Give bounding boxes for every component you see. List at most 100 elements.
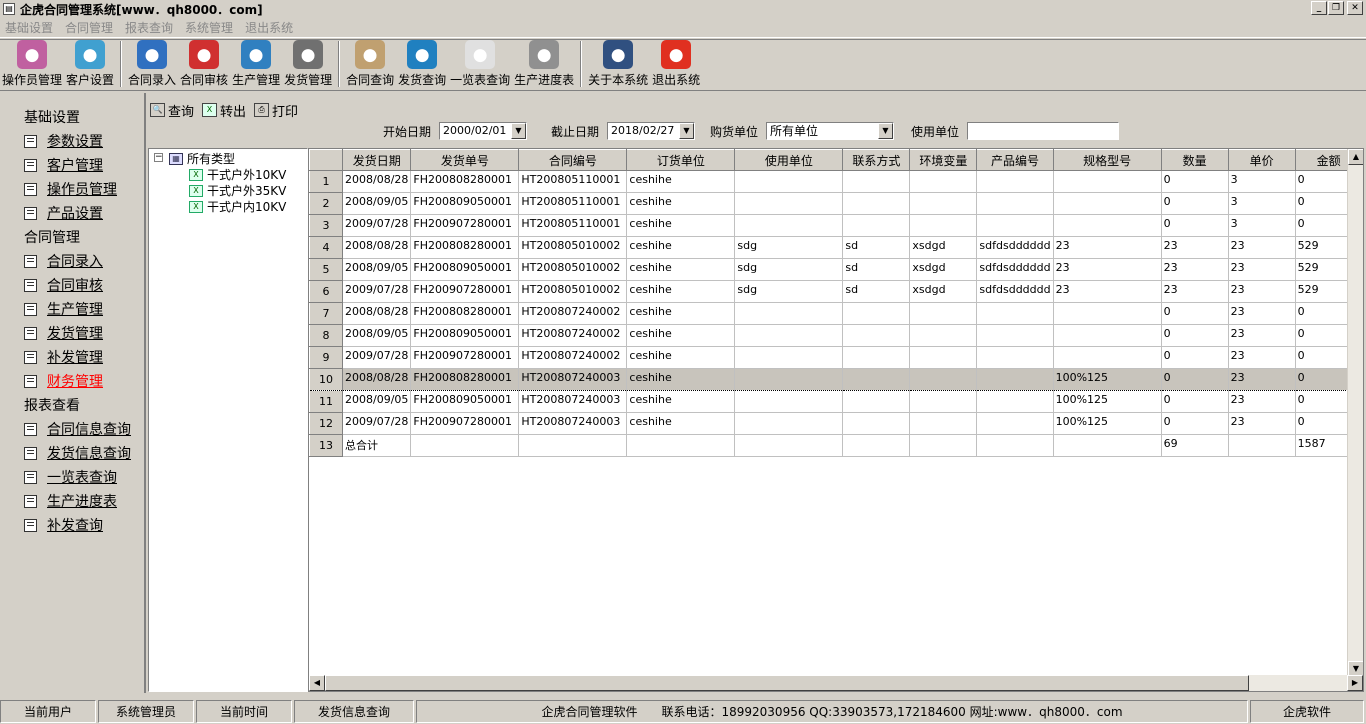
table-cell[interactable]: HT200807240003 xyxy=(518,412,628,435)
table-cell[interactable] xyxy=(518,434,628,457)
table-cell[interactable]: HT200805110001 xyxy=(518,170,628,193)
table-cell[interactable] xyxy=(842,412,911,435)
table-cell[interactable] xyxy=(842,302,911,325)
restore-button[interactable]: ❐ xyxy=(1328,1,1344,15)
sidebar-item[interactable]: 合同信息查询 xyxy=(24,419,131,439)
tree-node-child[interactable]: X 干式户外35KV xyxy=(189,182,286,199)
scroll-left-icon[interactable]: ◀ xyxy=(309,675,325,691)
dropdown-arrow-icon[interactable]: ▼ xyxy=(511,123,526,139)
column-header[interactable]: 数量 xyxy=(1160,149,1229,171)
table-cell[interactable] xyxy=(842,192,911,215)
table-cell[interactable]: sdfdsdddddd xyxy=(976,236,1054,259)
end-date-picker[interactable]: 2018/02/27 ▼ xyxy=(607,122,695,140)
row-number[interactable]: 9 xyxy=(309,346,343,369)
toolbar-button[interactable]: ● 一览表查询 xyxy=(448,40,512,90)
table-cell[interactable]: ceshihe xyxy=(626,192,736,215)
table-cell[interactable]: 2008/09/05 xyxy=(342,192,412,215)
menu-item[interactable]: 基础设置 xyxy=(5,19,53,36)
table-cell[interactable]: FH200907280001 xyxy=(410,412,520,435)
table-cell[interactable]: ceshihe xyxy=(626,324,736,347)
column-header[interactable]: 发货日期 xyxy=(341,149,412,171)
table-cell[interactable]: 23 xyxy=(1161,280,1229,303)
table-cell[interactable]: FH200808280001 xyxy=(410,302,520,325)
table-cell[interactable]: 23 xyxy=(1161,236,1229,259)
table-cell[interactable] xyxy=(1053,346,1162,369)
table-row[interactable]: 3 2009/07/28 FH200907280001 HT200805110001 c… xyxy=(309,214,1363,237)
tree-node-child[interactable]: X 干式户外10KV xyxy=(189,166,286,183)
table-cell[interactable]: 0 xyxy=(1161,324,1229,347)
table-cell[interactable]: 23 xyxy=(1228,412,1296,435)
column-header[interactable]: 产品编号 xyxy=(976,149,1054,171)
table-cell[interactable]: 0 xyxy=(1161,192,1229,215)
start-date-picker[interactable]: 2000/02/01 ▼ xyxy=(439,122,527,140)
toolbar-button[interactable]: ● 操作员管理 xyxy=(0,40,64,90)
table-row[interactable]: 2 2008/09/05 FH200809050001 HT200805110001 c… xyxy=(309,192,1363,215)
table-cell[interactable]: 23 xyxy=(1228,236,1296,259)
table-cell[interactable] xyxy=(976,390,1054,413)
row-number[interactable]: 4 xyxy=(309,236,343,259)
tree-node-root[interactable]: ▦ 所有类型 xyxy=(169,150,235,167)
table-cell[interactable]: 2009/07/28 xyxy=(342,346,412,369)
table-cell[interactable]: HT200807240003 xyxy=(518,390,628,413)
toolbar-button[interactable]: ● 发货管理 xyxy=(282,40,334,90)
table-row[interactable]: 6 2009/07/28 FH200907280001 HT200805010002 c… xyxy=(309,280,1363,303)
dropdown-arrow-icon[interactable]: ▼ xyxy=(679,123,694,139)
table-cell[interactable]: HT200805010002 xyxy=(518,280,628,303)
table-row[interactable]: 12 2009/07/28 FH200907280001 HT200807240003… xyxy=(309,412,1363,435)
table-cell[interactable]: HT200805010002 xyxy=(518,236,628,259)
user-unit-input[interactable] xyxy=(967,122,1119,140)
table-cell[interactable]: 100%125 xyxy=(1053,390,1162,413)
row-number[interactable]: 1 xyxy=(309,170,343,193)
table-row[interactable]: 9 2009/07/28 FH200907280001 HT200807240002 c… xyxy=(309,346,1363,369)
column-header[interactable]: 联系方式 xyxy=(842,149,911,171)
table-cell[interactable]: FH200907280001 xyxy=(410,346,520,369)
table-cell[interactable]: sdfdsdddddd xyxy=(976,258,1054,281)
table-cell[interactable]: 2008/08/28 xyxy=(342,302,412,325)
table-cell[interactable] xyxy=(1053,170,1162,193)
print-button[interactable]: ⎙ 打印 xyxy=(254,101,298,120)
toolbar-button[interactable]: ● 客户设置 xyxy=(64,40,116,90)
table-cell[interactable]: sdg xyxy=(734,280,844,303)
row-number[interactable]: 10 xyxy=(309,368,343,391)
table-cell[interactable]: 3 xyxy=(1228,192,1296,215)
column-header[interactable]: 规格型号 xyxy=(1052,149,1162,171)
table-cell[interactable]: 0 xyxy=(1161,390,1229,413)
table-row[interactable]: 7 2008/08/28 FH200808280001 HT200807240002 c… xyxy=(309,302,1363,325)
table-cell[interactable]: HT200805110001 xyxy=(518,214,628,237)
table-cell[interactable] xyxy=(1228,434,1296,457)
toolbar-button[interactable]: ● 生产进度表 xyxy=(512,40,576,90)
table-cell[interactable]: HT200807240002 xyxy=(518,302,628,325)
toolbar-button[interactable]: ● 合同录入 xyxy=(126,40,178,90)
table-cell[interactable]: 0 xyxy=(1161,368,1229,391)
sidebar-item[interactable]: 操作员管理 xyxy=(24,179,117,199)
column-header[interactable]: 发货单号 xyxy=(410,149,520,171)
table-cell[interactable]: 100%125 xyxy=(1053,412,1162,435)
sidebar-item[interactable]: 产品设置 xyxy=(24,203,103,223)
table-cell[interactable]: 23 xyxy=(1053,236,1162,259)
vertical-scrollbar[interactable]: ▲ ▼ xyxy=(1347,149,1363,677)
table-cell[interactable] xyxy=(734,434,844,457)
row-number[interactable]: 12 xyxy=(309,412,343,435)
sidebar-item[interactable]: 一览表查询 xyxy=(24,467,117,487)
table-cell[interactable]: FH200808280001 xyxy=(410,170,520,193)
table-cell[interactable]: FH200907280001 xyxy=(410,280,520,303)
table-cell[interactable]: 2009/07/28 xyxy=(342,412,412,435)
table-cell[interactable] xyxy=(909,346,978,369)
table-row[interactable]: 5 2008/09/05 FH200809050001 HT200805010002 c… xyxy=(309,258,1363,281)
table-cell[interactable] xyxy=(909,170,978,193)
table-cell[interactable] xyxy=(842,170,911,193)
table-cell[interactable] xyxy=(909,192,978,215)
table-cell[interactable]: sd xyxy=(842,280,911,303)
scroll-thumb[interactable] xyxy=(325,675,1249,691)
close-button[interactable]: ✕ xyxy=(1347,1,1363,15)
table-cell[interactable]: ceshihe xyxy=(626,368,736,391)
table-cell[interactable]: 23 xyxy=(1228,280,1296,303)
table-cell[interactable] xyxy=(1053,302,1162,325)
sidebar-item[interactable]: 合同录入 xyxy=(24,251,103,271)
sidebar-item[interactable]: 生产管理 xyxy=(24,299,103,319)
table-cell[interactable]: 2008/09/05 xyxy=(342,390,412,413)
table-cell[interactable] xyxy=(842,214,911,237)
scroll-right-icon[interactable]: ▶ xyxy=(1347,675,1363,691)
row-number[interactable]: 3 xyxy=(309,214,343,237)
table-cell[interactable]: 23 xyxy=(1161,258,1229,281)
